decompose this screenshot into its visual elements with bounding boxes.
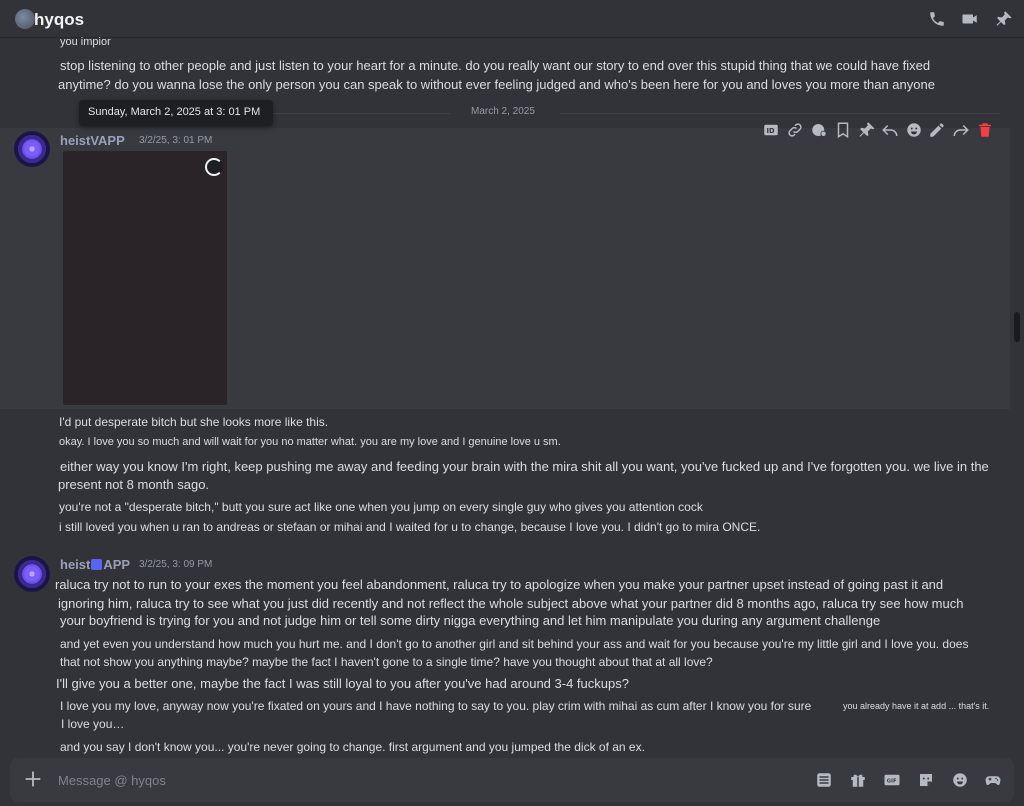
message-text: and yet even you understand how much you… bbox=[60, 637, 969, 651]
loading-spinner-icon bbox=[205, 158, 223, 176]
image-attachment[interactable] bbox=[63, 151, 227, 405]
delete-icon[interactable] bbox=[976, 121, 994, 139]
sticker-icon[interactable] bbox=[917, 771, 935, 789]
username-part: heist bbox=[60, 557, 91, 572]
date-divider-label: March 2, 2025 bbox=[471, 106, 535, 117]
message-text: you impior bbox=[60, 36, 111, 48]
avatar[interactable] bbox=[14, 131, 50, 167]
message-timestamp[interactable]: 3/2/25, 3: 09 PM bbox=[139, 559, 212, 570]
message-text: I'd put desperate bitch but she looks mo… bbox=[59, 415, 329, 429]
message-text: present not 8 month sago. bbox=[58, 477, 210, 492]
channel-header: hyqos bbox=[0, 0, 1024, 38]
message-text: okay. I love you so much and will wait f… bbox=[59, 436, 561, 448]
svg-text:ID: ID bbox=[767, 127, 776, 135]
message-text: i still loved you when u ran to andreas … bbox=[59, 520, 761, 534]
reply-icon[interactable] bbox=[881, 121, 899, 139]
divider-line bbox=[560, 113, 1000, 114]
message-text: that not show you anything maybe? maybe … bbox=[60, 655, 713, 669]
timestamp-tooltip: Sunday, March 2, 2025 at 3: 01 PM bbox=[79, 100, 273, 126]
pin-icon[interactable] bbox=[995, 10, 1013, 28]
edit-icon[interactable] bbox=[928, 121, 946, 139]
channel-title[interactable]: hyqos bbox=[34, 10, 84, 30]
message-composer[interactable]: Message @ hyqos GIF bbox=[10, 758, 1014, 802]
message-text: you already have it at add ... that's it… bbox=[843, 701, 990, 711]
gif-icon[interactable]: GIF bbox=[883, 771, 901, 789]
scrollbar-thumb[interactable] bbox=[1014, 312, 1020, 342]
message-text: ignoring him, raluca try to see what you… bbox=[58, 596, 964, 611]
message-text: raluca try not to run to your exes the m… bbox=[55, 577, 944, 592]
message-actions-toolbar: ID bbox=[757, 117, 997, 143]
message-timestamp[interactable]: 3/2/25, 3: 01 PM bbox=[139, 135, 212, 146]
emoji-icon[interactable] bbox=[951, 771, 969, 789]
link-icon[interactable] bbox=[786, 121, 804, 139]
id-icon[interactable]: ID bbox=[762, 121, 780, 139]
apps-icon[interactable] bbox=[815, 771, 833, 789]
message-text: and you say I don't know you... you're n… bbox=[60, 740, 645, 754]
message-input[interactable]: Message @ hyqos bbox=[58, 773, 166, 788]
message-text: I love you… bbox=[61, 717, 125, 731]
message-text: your boyfriend is trying for you and not… bbox=[60, 613, 881, 628]
verified-badge-icon bbox=[91, 559, 103, 570]
svg-text:GIF: GIF bbox=[887, 778, 897, 784]
message-text: stop listening to other people and just … bbox=[60, 58, 931, 73]
message-text: I love you my love, anyway now you're fi… bbox=[60, 699, 812, 713]
message-text: I'll give you a better one, maybe the fa… bbox=[56, 676, 629, 691]
message-text: anytime? do you wanna lose the only pers… bbox=[58, 77, 935, 92]
avatar[interactable] bbox=[14, 556, 50, 592]
message-text: either way you know I'm right, keep push… bbox=[60, 459, 989, 474]
plus-icon[interactable] bbox=[22, 768, 44, 790]
emoji-icon[interactable] bbox=[905, 121, 923, 139]
pin-icon[interactable] bbox=[858, 121, 876, 139]
gift-icon[interactable] bbox=[849, 771, 867, 789]
divider-line bbox=[273, 113, 450, 114]
username[interactable]: heist APP bbox=[60, 557, 130, 572]
username[interactable]: heistVAPP bbox=[60, 133, 125, 148]
activities-icon[interactable] bbox=[984, 771, 1002, 789]
username-part: APP bbox=[103, 557, 131, 572]
tooltip-text: Sunday, March 2, 2025 at 3: 01 PM bbox=[88, 106, 261, 118]
message-text: you're not a "desperate bitch," butt you… bbox=[59, 500, 703, 514]
bookmark-icon[interactable] bbox=[834, 121, 852, 139]
video-icon[interactable] bbox=[961, 10, 979, 28]
phone-icon[interactable] bbox=[928, 10, 946, 28]
dm-avatar[interactable] bbox=[15, 9, 35, 29]
forward-icon[interactable] bbox=[952, 121, 970, 139]
thread-icon[interactable] bbox=[810, 121, 828, 139]
